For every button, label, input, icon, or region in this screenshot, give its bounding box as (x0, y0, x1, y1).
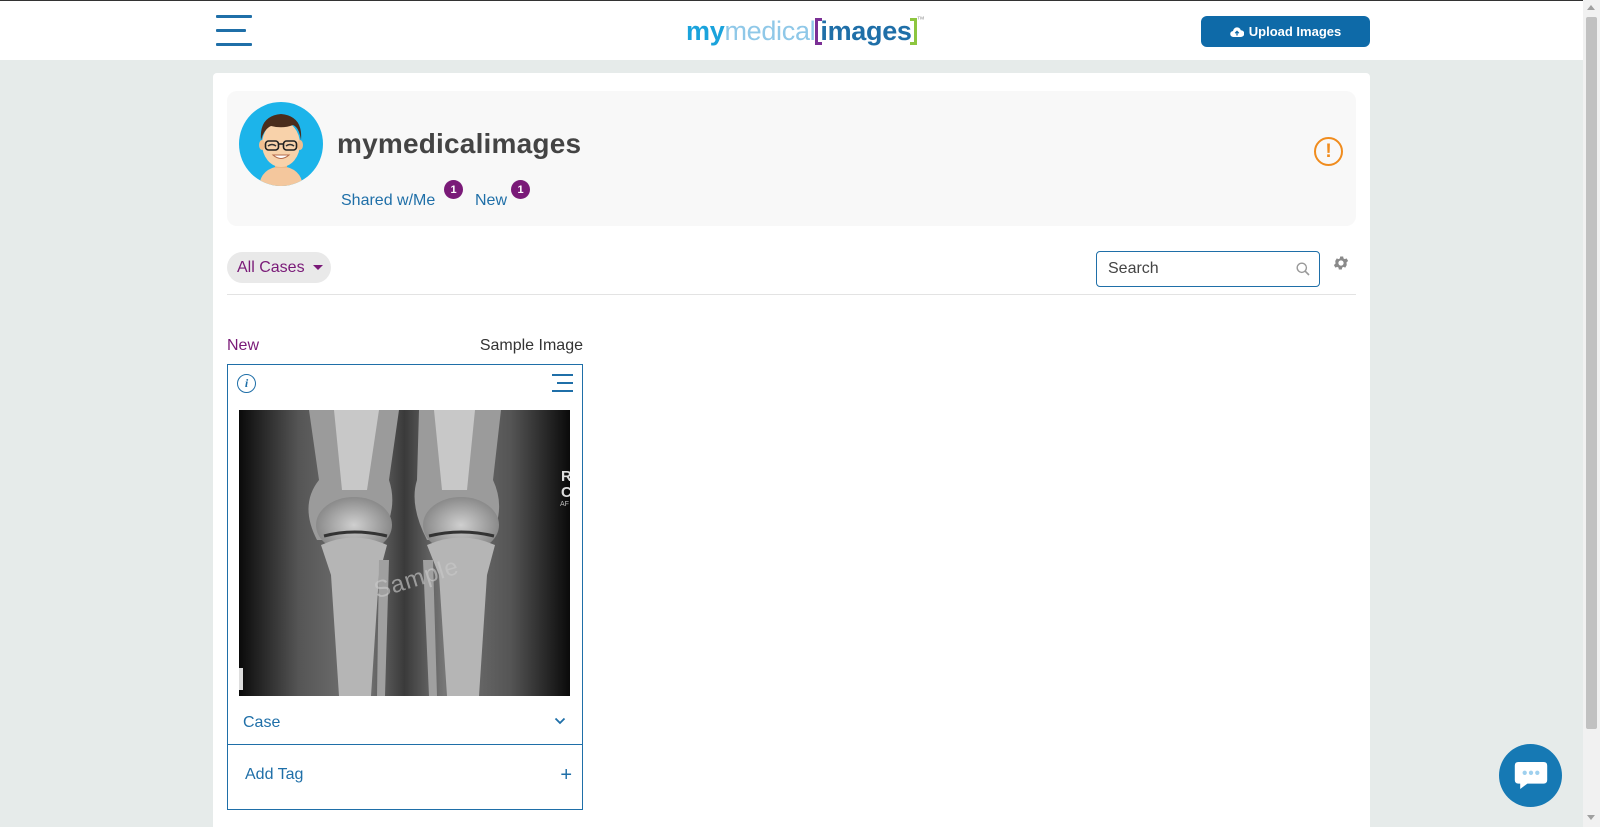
xray-marker-af: AF (560, 501, 569, 508)
hamburger-menu-icon[interactable] (216, 15, 252, 47)
case-status-label: New (227, 337, 260, 354)
search-input[interactable] (1108, 260, 1288, 278)
search-icon[interactable] (1296, 262, 1310, 276)
case-card: i R C AF Sample Case Add Tag + (227, 364, 583, 810)
scroll-up-arrow-icon[interactable] (1587, 5, 1595, 10)
xray-marker-c: C (561, 484, 570, 501)
add-tag-button[interactable]: Add Tag + (228, 746, 582, 804)
alert-icon[interactable]: ! (1314, 137, 1343, 166)
cloud-upload-icon (1230, 26, 1244, 37)
info-icon[interactable]: i (237, 374, 256, 393)
new-badge: 1 (511, 180, 530, 199)
plus-icon: + (560, 764, 572, 786)
upload-images-button[interactable]: Upload Images (1201, 16, 1370, 47)
profile-panel: mymedicalimages Shared w/Me 1 New 1 ! (227, 91, 1356, 226)
logo-images: images (815, 16, 917, 47)
shared-with-me-link[interactable]: Shared w/Me (341, 192, 435, 210)
logo-my: my (686, 15, 725, 46)
all-cases-dropdown[interactable]: All Cases (227, 252, 331, 283)
logo-medical: medical (724, 15, 816, 46)
search-box (1096, 251, 1320, 287)
scroll-down-arrow-icon[interactable] (1587, 815, 1595, 820)
chat-bubble-icon (1514, 762, 1547, 789)
list-menu-icon[interactable] (552, 374, 573, 393)
profile-name: mymedicalimages (337, 128, 582, 159)
chevron-down-icon (554, 717, 566, 725)
scrollbar-thumb[interactable] (1586, 17, 1597, 729)
toolbar-divider (227, 294, 1356, 295)
caret-down-icon (312, 265, 323, 270)
logo[interactable]: my medical images ™ (686, 13, 925, 49)
xray-marker-r: R (561, 468, 570, 485)
chat-button[interactable] (1499, 744, 1562, 807)
new-link[interactable]: New (475, 192, 507, 210)
shared-with-me-badge: 1 (444, 180, 463, 199)
upload-images-label: Upload Images (1248, 24, 1342, 39)
case-expander[interactable]: Case (228, 701, 582, 745)
case-label: Case (243, 713, 281, 731)
logo-trademark: ™ (916, 15, 925, 24)
top-navbar: my medical images ™ Upload Images (0, 0, 1583, 60)
add-tag-label: Add Tag (245, 766, 304, 783)
avatar[interactable] (239, 102, 323, 186)
case-title: Sample Image (479, 337, 583, 354)
all-cases-label: All Cases (237, 258, 305, 276)
main-content-card: mymedicalimages Shared w/Me 1 New 1 ! Al… (213, 73, 1370, 827)
xray-thumbnail[interactable]: R C AF Sample (239, 410, 570, 696)
page-scrollbar[interactable] (1583, 0, 1600, 827)
gear-icon[interactable] (1332, 254, 1350, 272)
